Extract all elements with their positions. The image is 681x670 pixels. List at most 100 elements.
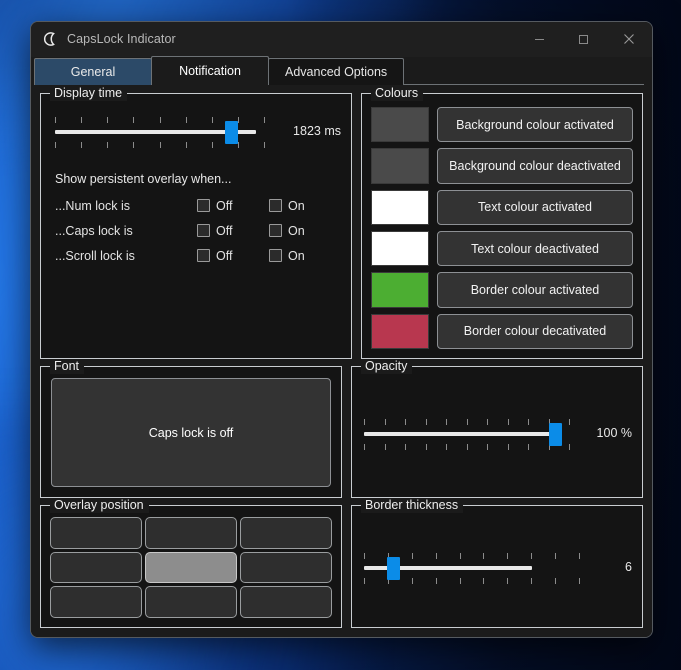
tab-strip: General Notification Advanced Options <box>31 56 652 86</box>
maximize-button[interactable] <box>561 22 605 56</box>
checkbox-box[interactable] <box>269 224 282 237</box>
capslock-label: ...Caps lock is <box>55 223 133 238</box>
position-cell-bottom-right[interactable] <box>240 586 332 618</box>
button-background-colour-activated[interactable]: Background colour activated <box>437 107 633 143</box>
checkbox-box[interactable] <box>197 199 210 212</box>
checkbox-label: On <box>288 198 305 213</box>
group-legend-font: Font <box>50 359 85 374</box>
colour-row-background-activated: Background colour activated <box>371 107 633 143</box>
position-cell-top-right[interactable] <box>240 517 332 549</box>
position-cell-middle-left[interactable] <box>50 551 142 584</box>
capslock-off-checkbox[interactable]: Off <box>197 224 269 238</box>
numlock-label: ...Num lock is <box>55 198 131 213</box>
overlay-position-wrap <box>50 517 332 618</box>
group-legend-border-thickness: Border thickness <box>361 498 464 513</box>
scrolllock-on-checkbox[interactable]: On <box>269 249 341 263</box>
opacity-ticks-top <box>364 418 570 425</box>
checkbox-box[interactable] <box>269 199 282 212</box>
checkbox-label: Off <box>216 198 233 213</box>
opacity-thumb[interactable] <box>549 422 562 446</box>
button-background-colour-deactivated[interactable]: Background colour deactivated <box>437 148 633 184</box>
swatch-background-deactivated[interactable] <box>371 148 429 184</box>
close-button[interactable] <box>605 22 652 56</box>
tab-general[interactable]: General <box>34 58 152 85</box>
button-text-colour-activated[interactable]: Text colour activated <box>437 189 633 225</box>
group-opacity: Opacity 100 % <box>351 359 643 498</box>
button-border-colour-activated[interactable]: Border colour activated <box>437 272 633 308</box>
swatch-background-activated[interactable] <box>371 107 429 143</box>
checkbox-box[interactable] <box>269 249 282 262</box>
content-row-1: Display time 1823 ms Show persistent ove… <box>40 86 643 359</box>
colour-row-background-deactivated: Background colour deactivated <box>371 148 633 184</box>
button-text-colour-deactivated[interactable]: Text colour deactivated <box>437 230 633 267</box>
scrolllock-label: ...Scroll lock is <box>55 248 135 263</box>
swatch-border-activated[interactable] <box>371 272 429 308</box>
opacity-slider[interactable] <box>364 410 570 456</box>
content-row-3: Overlay position Border thickness 6 <box>40 498 643 628</box>
capslock-indicator-window: CapsLock Indicator General Notification … <box>30 21 653 638</box>
tab-content-notification: Display time 1823 ms Show persistent ove… <box>31 85 652 637</box>
crescent-moon-icon <box>42 31 58 47</box>
position-cell-top-center[interactable] <box>145 517 237 549</box>
checkbox-label: Off <box>216 223 233 238</box>
window-controls <box>517 22 652 56</box>
display-time-slider-row: 1823 ms <box>51 108 341 154</box>
position-cell-bottom-left[interactable] <box>50 586 142 618</box>
opacity-ticks-bottom <box>364 443 570 450</box>
group-legend-overlay-position: Overlay position <box>50 498 149 513</box>
button-border-colour-deactivated[interactable]: Border colour decativated <box>437 313 633 349</box>
display-time-value: 1823 ms <box>293 124 341 138</box>
colour-row-border-activated: Border colour activated <box>371 272 633 308</box>
persistent-overlay-row-capslock: ...Caps lock is Off On <box>51 218 341 243</box>
content-row-2: Font Caps lock is off Opacity 100 % <box>40 359 643 498</box>
minimize-button[interactable] <box>517 22 561 56</box>
swatch-border-deactivated[interactable] <box>371 313 429 349</box>
position-cell-middle-right[interactable] <box>240 551 332 584</box>
colours-list: Background colour activated Background c… <box>371 105 633 349</box>
colour-row-border-deactivated: Border colour decativated <box>371 313 633 349</box>
opacity-track[interactable] <box>364 431 562 436</box>
font-preview-button[interactable]: Caps lock is off <box>51 378 331 487</box>
swatch-text-deactivated[interactable] <box>371 230 429 267</box>
checkbox-box[interactable] <box>197 249 210 262</box>
border-thickness-slider[interactable] <box>364 544 580 590</box>
border-thickness-slider-row: 6 <box>362 544 632 590</box>
numlock-off-checkbox[interactable]: Off <box>197 199 269 213</box>
border-thickness-value: 6 <box>625 560 632 574</box>
colour-row-text-activated: Text colour activated <box>371 189 633 225</box>
opacity-slider-row: 100 % <box>362 410 632 456</box>
swatch-text-activated[interactable] <box>371 189 429 225</box>
group-overlay-position: Overlay position <box>40 498 342 628</box>
capslock-on-checkbox[interactable]: On <box>269 224 341 238</box>
checkbox-label: On <box>288 248 305 263</box>
group-legend-opacity: Opacity <box>361 359 413 374</box>
display-time-thumb[interactable] <box>225 121 238 144</box>
group-legend-colours: Colours <box>371 86 424 101</box>
group-font: Font Caps lock is off <box>40 359 342 498</box>
persistent-overlay-row-scrolllock: ...Scroll lock is Off On <box>51 243 341 268</box>
persistent-overlay-row-numlock: ...Num lock is Off On <box>51 193 341 218</box>
border-thickness-thumb[interactable] <box>387 557 400 580</box>
opacity-value: 100 % <box>596 425 632 440</box>
display-time-slider[interactable] <box>55 108 265 154</box>
group-border-thickness: Border thickness 6 <box>351 498 643 628</box>
scrolllock-off-checkbox[interactable]: Off <box>197 249 269 263</box>
group-colours: Colours Background colour activated Back… <box>361 86 643 359</box>
font-preview-wrap: Caps lock is off <box>51 378 331 487</box>
overlay-position-grid <box>50 517 332 618</box>
numlock-on-checkbox[interactable]: On <box>269 199 341 213</box>
colour-row-text-deactivated: Text colour deactivated <box>371 230 633 267</box>
checkbox-label: On <box>288 223 305 238</box>
tab-notification[interactable]: Notification <box>151 56 269 86</box>
position-cell-middle-center[interactable] <box>145 551 237 584</box>
position-cell-bottom-center[interactable] <box>145 586 237 618</box>
group-legend-display-time: Display time <box>50 86 128 101</box>
tab-advanced-options[interactable]: Advanced Options <box>268 58 405 85</box>
group-display-time: Display time 1823 ms Show persistent ove… <box>40 86 352 359</box>
window-title: CapsLock Indicator <box>67 32 176 46</box>
persistent-overlay-title: Show persistent overlay when... <box>55 172 232 186</box>
position-cell-top-left[interactable] <box>50 517 142 549</box>
checkbox-label: Off <box>216 248 233 263</box>
checkbox-box[interactable] <box>197 224 210 237</box>
title-bar[interactable]: CapsLock Indicator <box>31 22 652 57</box>
